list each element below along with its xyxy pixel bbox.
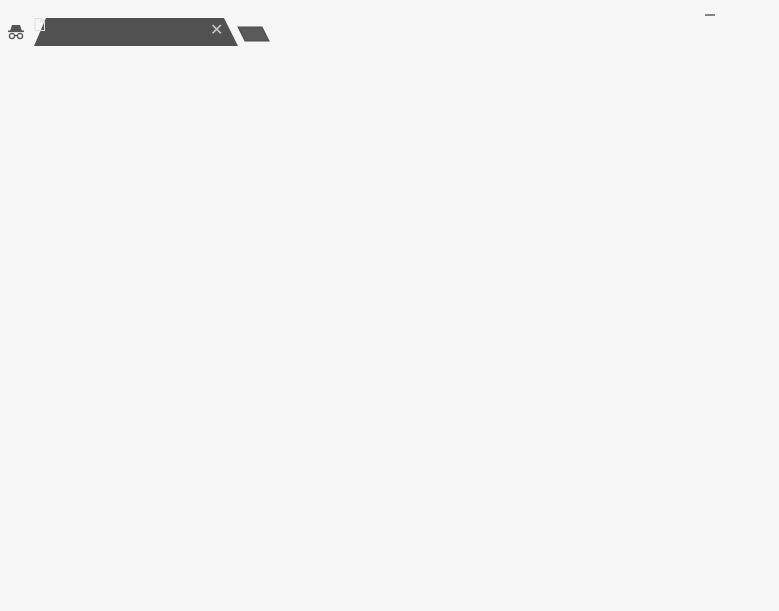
tab-close-icon[interactable]: ✕ xyxy=(210,23,223,39)
file-icon xyxy=(34,18,45,31)
title-bar: ✕ xyxy=(0,0,779,46)
new-tab-button[interactable] xyxy=(236,26,272,42)
tab-test-html[interactable]: ✕ xyxy=(34,18,238,46)
incognito-icon xyxy=(8,25,24,40)
